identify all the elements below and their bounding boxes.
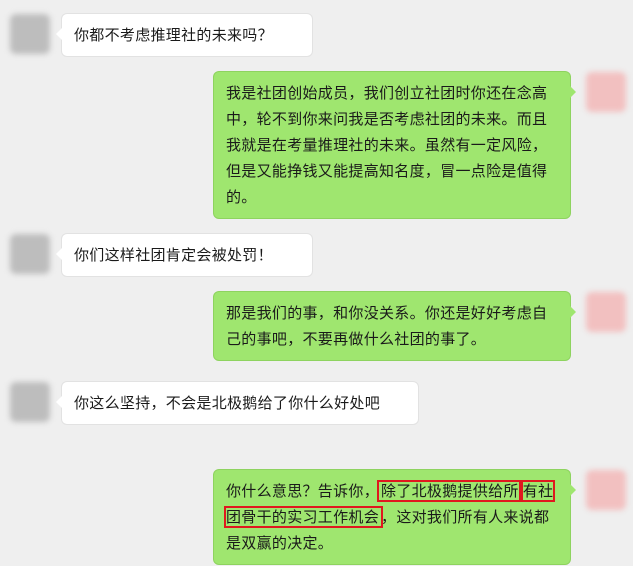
message-text: 你都不考虑推理社的未来吗？ — [74, 26, 273, 44]
self-avatar[interactable] — [586, 72, 626, 112]
contact-avatar[interactable] — [10, 14, 50, 54]
received-message-bubble[interactable]: 你这么坚持，不会是北极鹅给了你什么好处吧 — [56, 382, 418, 424]
sent-message-bubble[interactable]: 那是我们的事，和你没关系。你还是好好考虑自己的事吧，不要再做什么社团的事了。 — [214, 292, 576, 360]
contact-avatar[interactable] — [10, 234, 50, 274]
received-message-bubble[interactable]: 你都不考虑推理社的未来吗？ — [56, 14, 312, 56]
message-text: 你什么意思？告诉你， — [226, 482, 380, 500]
contact-avatar[interactable] — [10, 382, 50, 422]
highlighted-text: 除了北极鹅提供给所 — [377, 480, 523, 502]
sent-message-bubble[interactable]: 我是社团创始成员，我们创立社团时你还在念高中，轮不到你来问我是否考虑社团的未来。… — [214, 72, 576, 218]
received-message-bubble[interactable]: 你们这样社团肯定会被处罚！ — [56, 234, 312, 276]
self-avatar[interactable] — [586, 292, 626, 332]
message-text: 你们这样社团肯定会被处罚！ — [74, 246, 273, 264]
message-text: 那是我们的事，和你没关系。你还是好好考虑自己的事吧，不要再做什么社团的事了。 — [226, 304, 548, 348]
message-text: 你这么坚持，不会是北极鹅给了你什么好处吧 — [74, 394, 381, 412]
self-avatar[interactable] — [586, 470, 626, 510]
message-text: 我是社团创始成员，我们创立社团时你还在念高中，轮不到你来问我是否考虑社团的未来。… — [226, 84, 548, 206]
sent-message-bubble[interactable]: 你什么意思？告诉你， 除了北极鹅提供给所 有社团骨干的实习工作机会 ，这对我们所有人来… — [214, 470, 576, 564]
chat-window: 你都不考虑推理社的未来吗？ 我是社团创始成员，我们创立社团时你还在念高中，轮不到… — [0, 0, 633, 566]
